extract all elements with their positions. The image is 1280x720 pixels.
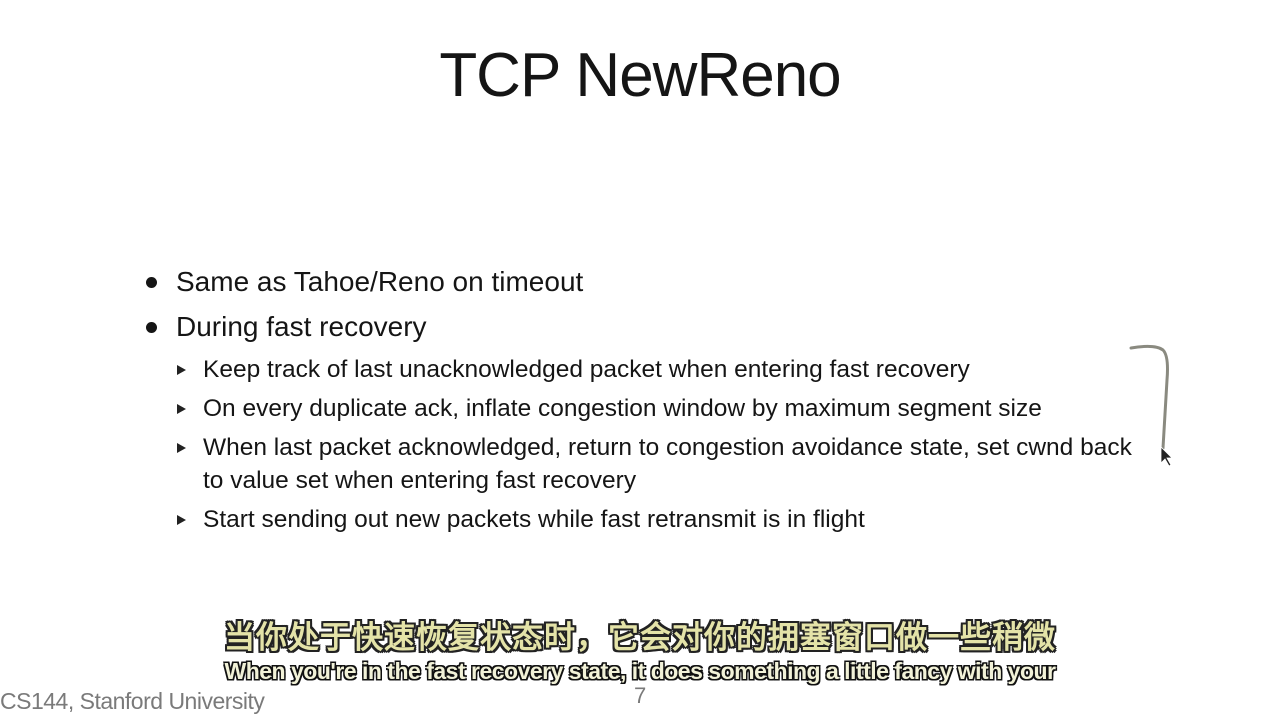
bullet-dot-icon <box>146 277 157 288</box>
bullet-item: Same as Tahoe/Reno on timeout <box>146 266 584 298</box>
mouse-cursor-icon <box>1160 446 1173 467</box>
subtitle-english: When you're in the fast recovery state, … <box>224 658 1057 684</box>
sub-bullet-text: Keep track of last unacknowledged packet… <box>203 356 970 383</box>
sub-bullet-item: On every duplicate ack, inflate congesti… <box>177 392 1143 425</box>
page-number: 7 <box>634 683 647 708</box>
triangle-bullet-icon <box>177 515 186 525</box>
sub-bullet-item: Keep track of last unacknowledged packet… <box>177 353 1143 386</box>
bullet-text: During fast recovery <box>176 311 427 342</box>
pen-annotation-bracket <box>1129 344 1173 467</box>
triangle-bullet-icon <box>177 443 186 453</box>
triangle-bullet-icon <box>177 365 186 375</box>
slide-title: TCP NewReno <box>439 41 841 110</box>
sub-bullet-text: On every duplicate ack, inflate congesti… <box>203 395 1042 422</box>
bullet-dot-icon <box>146 322 157 333</box>
sub-bullet-text: Start sending out new packets while fast… <box>203 506 865 533</box>
subtitle-chinese: 当你处于快速恢复状态时，它会对你的拥塞窗口做一些稍微 <box>224 620 1056 655</box>
bullet-item: During fast recovery <box>146 311 427 343</box>
sub-bullet-text: When last packet acknowledged, return to… <box>203 434 1132 494</box>
slide-footer: CS144, Stanford University <box>0 688 265 714</box>
triangle-bullet-icon <box>177 404 186 414</box>
sub-bullet-item: When last packet acknowledged, return to… <box>177 431 1143 497</box>
bullet-text: Same as Tahoe/Reno on timeout <box>176 266 584 297</box>
sub-bullet-item: Start sending out new packets while fast… <box>177 503 1143 536</box>
